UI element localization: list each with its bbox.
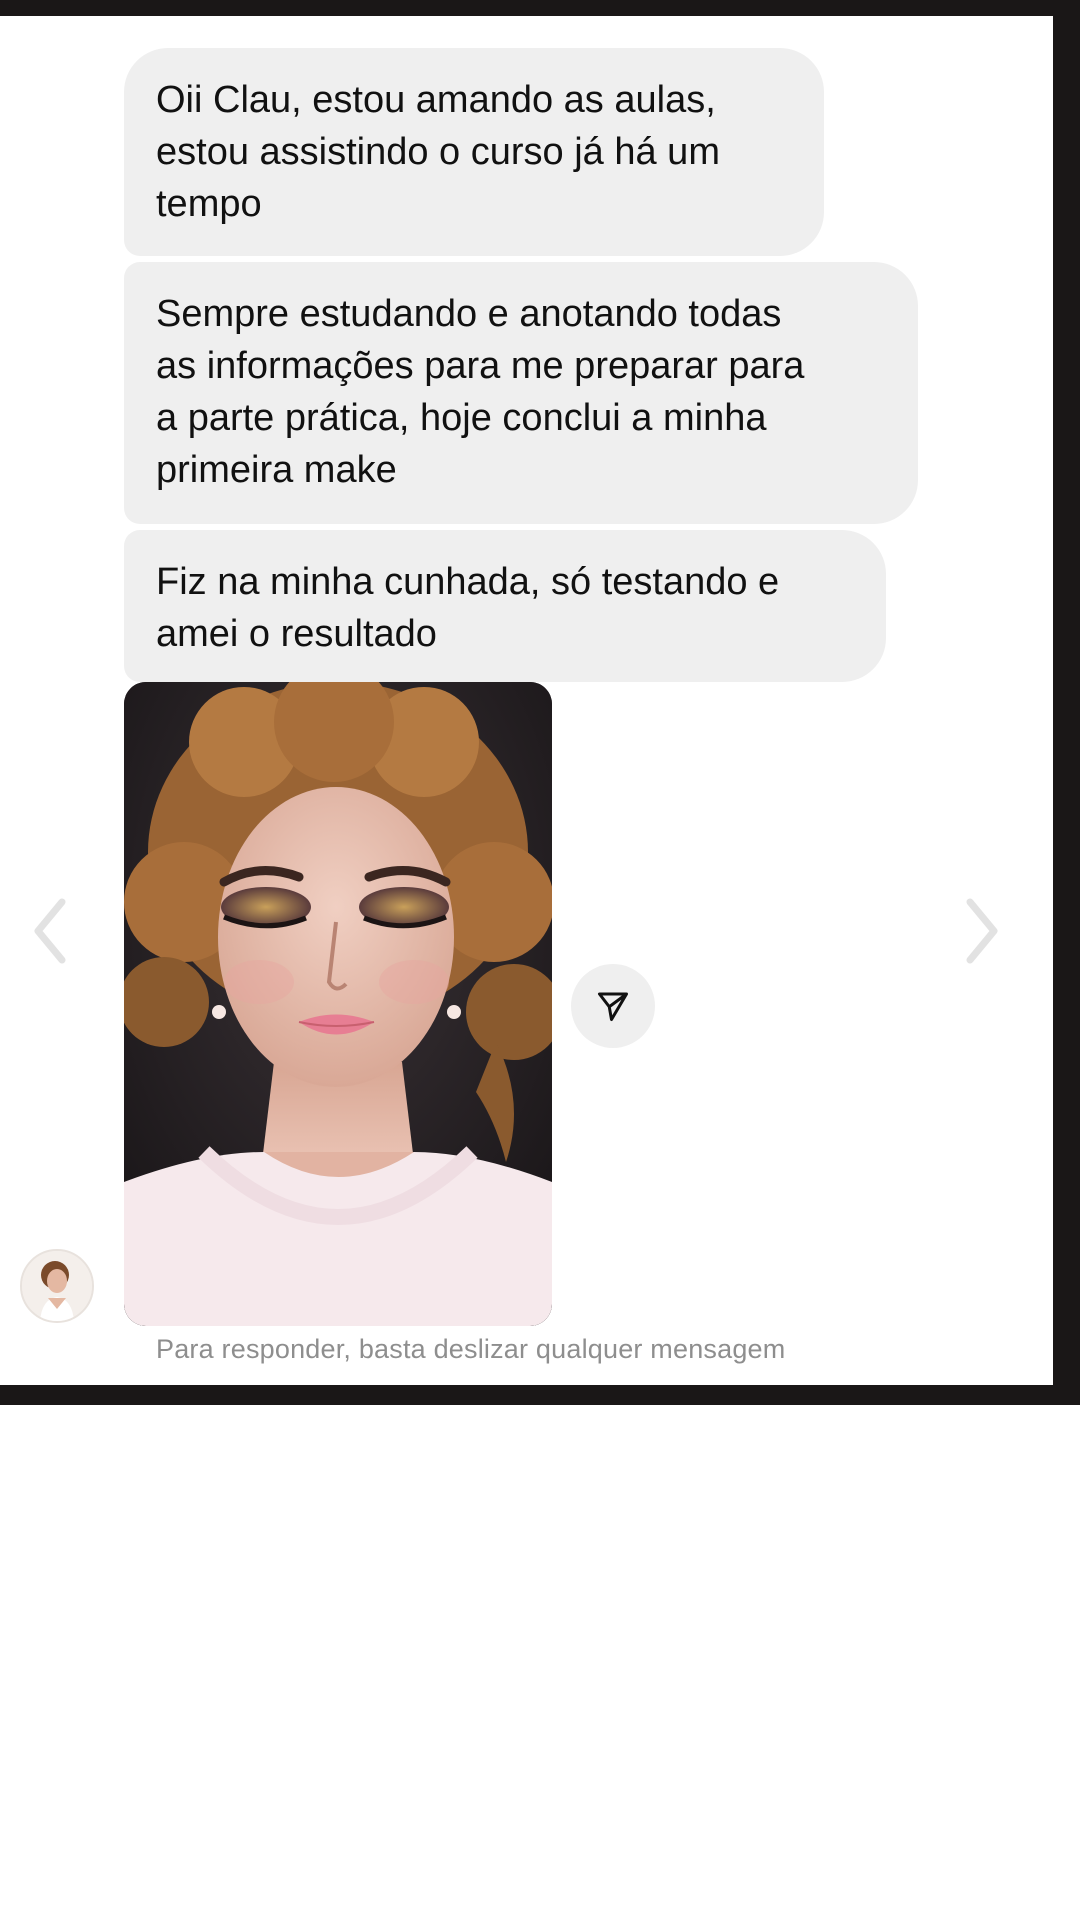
chevron-right-icon[interactable] — [962, 896, 1002, 966]
photo-attachment[interactable] — [124, 682, 552, 1326]
message-text: Fiz na minha cunhada, só testando e amei… — [156, 561, 780, 655]
share-button[interactable] — [571, 964, 655, 1048]
makeup-portrait-image — [124, 682, 552, 1326]
chat-screen: Oii Clau, estou amando as aulas, estou a… — [0, 16, 1053, 1385]
chevron-left-icon[interactable] — [30, 896, 70, 966]
message-bubble[interactable]: Oii Clau, estou amando as aulas, estou a… — [124, 48, 824, 256]
message-text: Oii Clau, estou amando as aulas, estou a… — [156, 79, 720, 225]
message-bubble[interactable]: Fiz na minha cunhada, só testando e amei… — [124, 530, 886, 682]
message-bubble[interactable]: Sempre estudando e anotando todas as inf… — [124, 262, 918, 524]
device-frame: Oii Clau, estou amando as aulas, estou a… — [0, 0, 1080, 1405]
sender-avatar[interactable] — [20, 1249, 94, 1323]
message-text: Sempre estudando e anotando todas as inf… — [156, 293, 805, 491]
reply-hint: Para responder, basta deslizar qualquer … — [156, 1334, 786, 1364]
paper-plane-icon — [598, 992, 628, 1021]
